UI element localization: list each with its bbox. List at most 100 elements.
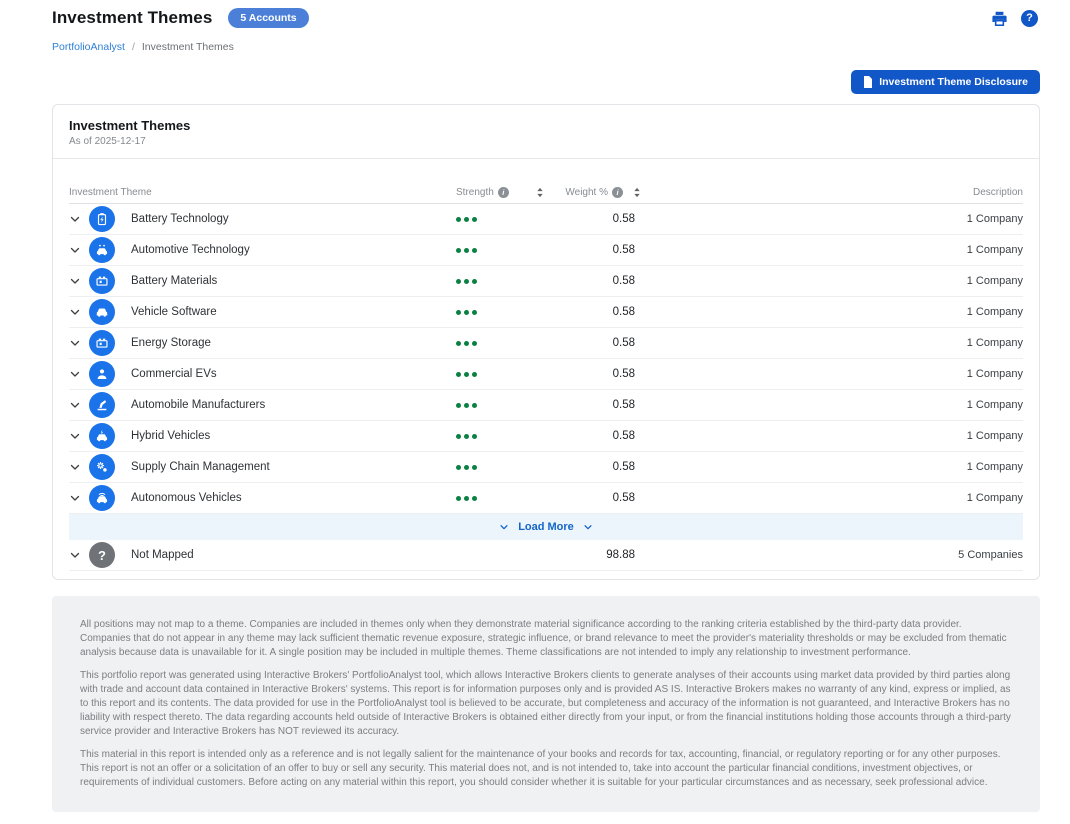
strength-dot: [456, 403, 461, 408]
load-more-button[interactable]: Load More: [69, 514, 1023, 540]
accounts-badge[interactable]: 5 Accounts: [228, 8, 308, 28]
strength-dot: [472, 465, 477, 470]
table-row[interactable]: Supply Chain Management 0.58 1 Company: [69, 452, 1023, 483]
help-icon[interactable]: ?: [1021, 10, 1038, 27]
strength-dots: [456, 217, 546, 222]
description-value: 1 Company: [641, 275, 1023, 287]
disclaimer-paragraph: All positions may not map to a theme. Co…: [80, 618, 1012, 660]
description-value: 1 Company: [641, 213, 1023, 225]
column-header-weight: Weight % i: [546, 187, 641, 198]
chevron-down-icon[interactable]: [69, 306, 89, 318]
strength-dots: [456, 279, 546, 284]
strength-dots: [456, 434, 546, 439]
table-row[interactable]: Battery Materials 0.58 1 Company: [69, 266, 1023, 297]
breadcrumb-separator: /: [132, 41, 135, 53]
strength-dots: [456, 403, 546, 408]
chevron-down-icon: [583, 522, 593, 532]
description-value: 1 Company: [641, 399, 1023, 411]
breadcrumb: PortfolioAnalyst / Investment Themes: [52, 41, 1040, 53]
description-value: 1 Company: [641, 368, 1023, 380]
weight-value: 0.58: [546, 399, 641, 411]
strength-dot: [464, 279, 469, 284]
strength-info-icon[interactable]: i: [498, 187, 509, 198]
weight-header-label: Weight %: [565, 187, 608, 198]
weight-value: 0.58: [546, 306, 641, 318]
chevron-down-icon[interactable]: [69, 368, 89, 380]
strength-dot: [472, 341, 477, 346]
description-value: 1 Company: [641, 492, 1023, 504]
strength-dots: [456, 496, 546, 501]
weight-value: 98.88: [546, 549, 641, 561]
weight-value: 0.58: [546, 368, 641, 380]
chevron-down-icon[interactable]: [69, 549, 89, 561]
strength-dot: [464, 310, 469, 315]
chevron-down-icon[interactable]: [69, 213, 89, 225]
table-row[interactable]: Vehicle Software 0.58 1 Company: [69, 297, 1023, 328]
chevron-down-icon[interactable]: [69, 337, 89, 349]
strength-dot: [456, 434, 461, 439]
theme-name: Automotive Technology: [123, 244, 456, 256]
theme-name: Autonomous Vehicles: [123, 492, 456, 504]
table-row[interactable]: Battery Technology 0.58 1 Company: [69, 204, 1023, 235]
strength-dot: [456, 217, 461, 222]
not-mapped-row[interactable]: ? Not Mapped 98.88 5 Companies: [69, 540, 1023, 571]
chevron-down-icon[interactable]: [69, 492, 89, 504]
document-icon: [863, 76, 873, 88]
table-row[interactable]: Hybrid Vehicles 0.58 1 Company: [69, 421, 1023, 452]
strength-dot: [456, 341, 461, 346]
strength-dots: [456, 465, 546, 470]
investment-theme-disclosure-button[interactable]: Investment Theme Disclosure: [851, 70, 1040, 94]
table-row[interactable]: Commercial EVs 0.58 1 Company: [69, 359, 1023, 390]
strength-dot: [464, 465, 469, 470]
weight-value: 0.58: [546, 275, 641, 287]
theme-name: Energy Storage: [123, 337, 456, 349]
strength-dot: [472, 279, 477, 284]
chevron-down-icon[interactable]: [69, 461, 89, 473]
table-row[interactable]: Automobile Manufacturers 0.58 1 Company: [69, 390, 1023, 421]
table-row[interactable]: Automotive Technology 0.58 1 Company: [69, 235, 1023, 266]
print-icon[interactable]: [991, 10, 1008, 27]
strength-dot: [464, 372, 469, 377]
card-title: Investment Themes: [69, 118, 1023, 133]
description-value: 1 Company: [641, 306, 1023, 318]
chevron-down-icon[interactable]: [69, 399, 89, 411]
weight-value: 0.58: [546, 213, 641, 225]
description-value: 1 Company: [641, 461, 1023, 473]
theme-name: Battery Materials: [123, 275, 456, 287]
strength-dot: [464, 248, 469, 253]
strength-dot: [464, 217, 469, 222]
table-row[interactable]: Autonomous Vehicles 0.58 1 Company: [69, 483, 1023, 514]
theme-name: Automobile Manufacturers: [123, 399, 456, 411]
battery-icon: [89, 268, 115, 294]
sort-strength-icon[interactable]: [536, 187, 544, 198]
table-header-row: Investment Theme Strength i Weight % i: [69, 181, 1023, 204]
hybrid-car-icon: [89, 423, 115, 449]
chevron-down-icon[interactable]: [69, 430, 89, 442]
weight-value: 0.58: [546, 244, 641, 256]
description-value: 1 Company: [641, 430, 1023, 442]
strength-dot: [464, 434, 469, 439]
weight-value: 0.58: [546, 337, 641, 349]
disclaimer-paragraph: This portfolio report was generated usin…: [80, 669, 1012, 739]
sort-weight-icon[interactable]: [633, 187, 641, 198]
table-body: Battery Technology 0.58 1 Company Automo…: [69, 204, 1023, 514]
strength-dot: [464, 341, 469, 346]
theme-name: Vehicle Software: [123, 306, 456, 318]
theme-name: Hybrid Vehicles: [123, 430, 456, 442]
battery-icon: [89, 330, 115, 356]
chevron-down-icon[interactable]: [69, 244, 89, 256]
disclaimer-paragraph: This material in this report is intended…: [80, 748, 1012, 790]
strength-dot: [456, 279, 461, 284]
strength-dot: [464, 403, 469, 408]
weight-info-icon[interactable]: i: [612, 187, 623, 198]
strength-header-label: Strength: [456, 187, 494, 198]
strength-dot: [456, 248, 461, 253]
description-value: 1 Company: [641, 337, 1023, 349]
weight-value: 0.58: [546, 461, 641, 473]
chevron-down-icon[interactable]: [69, 275, 89, 287]
strength-dot: [456, 496, 461, 501]
page-title: Investment Themes: [52, 8, 212, 28]
table-row[interactable]: Energy Storage 0.58 1 Company: [69, 328, 1023, 359]
strength-dots: [456, 372, 546, 377]
breadcrumb-portfolioanalyst-link[interactable]: PortfolioAnalyst: [52, 41, 125, 53]
